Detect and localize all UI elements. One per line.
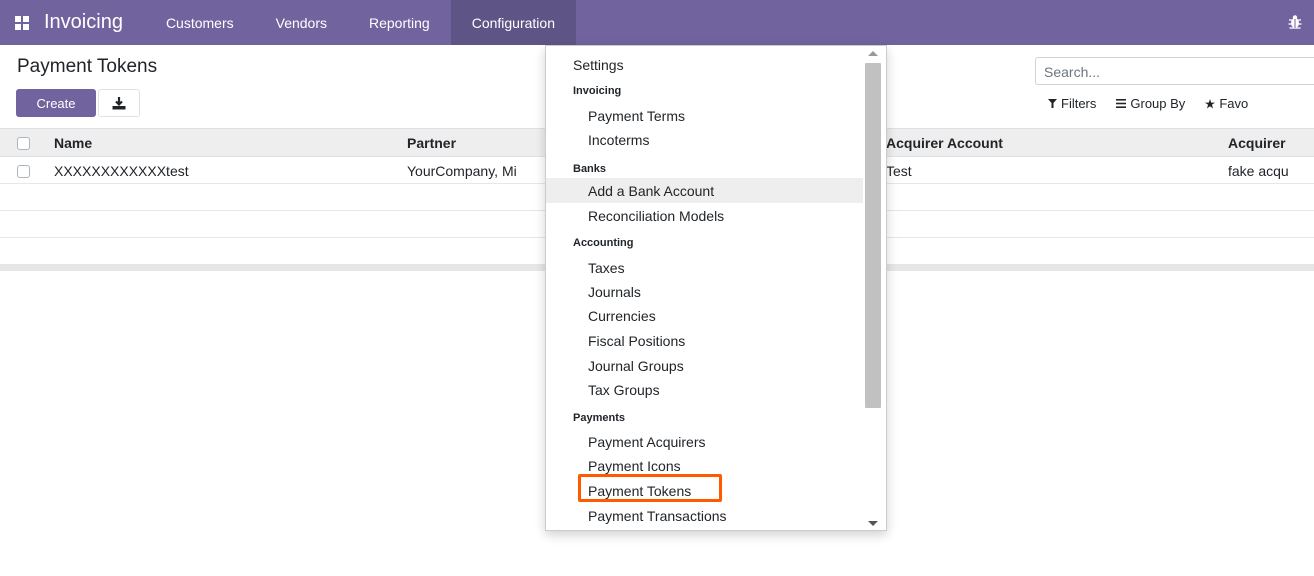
- menu-taxes[interactable]: Taxes: [546, 255, 863, 280]
- menu-reconciliation-models[interactable]: Reconciliation Models: [546, 203, 863, 228]
- column-partner[interactable]: Partner: [407, 135, 456, 151]
- nav-configuration[interactable]: Configuration: [450, 0, 576, 45]
- section-header-accounting: Accounting: [573, 237, 634, 249]
- scroll-up-arrow-icon[interactable]: [868, 51, 878, 56]
- row-checkbox[interactable]: [17, 165, 30, 178]
- menu-payment-transactions[interactable]: Payment Transactions: [546, 503, 863, 528]
- menu-add-bank-account[interactable]: Add a Bank Account: [546, 178, 863, 203]
- download-icon: [112, 96, 126, 109]
- menu-journal-groups[interactable]: Journal Groups: [546, 353, 863, 378]
- favorites-toggle[interactable]: Favo: [1205, 96, 1248, 111]
- group-by-label: Group By: [1130, 96, 1186, 111]
- column-acquirer[interactable]: Acquirer: [1228, 135, 1286, 151]
- menu-tax-groups[interactable]: Tax Groups: [546, 377, 863, 402]
- favorites-label: Favo: [1219, 96, 1249, 111]
- bars-icon: [1116, 99, 1127, 108]
- column-acquirer-account[interactable]: Acquirer Account: [886, 135, 1003, 151]
- cell-name: XXXXXXXXXXXXtest: [54, 163, 189, 179]
- search-input[interactable]: Search...: [1035, 57, 1314, 85]
- top-navbar: Invoicing Customers Vendors Reporting Co…: [0, 0, 1314, 45]
- cell-partner: YourCompany, Mi: [407, 163, 517, 179]
- filters-toggle[interactable]: Filters: [1048, 96, 1096, 111]
- dropdown-scrollbar[interactable]: [861, 45, 887, 531]
- filters-label: Filters: [1061, 96, 1097, 111]
- highlight-box: [578, 474, 722, 502]
- scroll-down-arrow-icon[interactable]: [868, 521, 878, 526]
- apps-grid-icon[interactable]: [0, 0, 44, 45]
- nav-vendors[interactable]: Vendors: [255, 0, 348, 45]
- create-button[interactable]: Create: [16, 89, 96, 117]
- menu-payment-terms[interactable]: Payment Terms: [546, 103, 863, 128]
- scroll-thumb[interactable]: [865, 63, 881, 408]
- column-name[interactable]: Name: [54, 135, 92, 151]
- download-button[interactable]: [98, 89, 140, 117]
- menu-currencies[interactable]: Currencies: [546, 303, 863, 328]
- filter-icon: [1048, 99, 1057, 108]
- cell-acquirer: fake acqu: [1228, 163, 1289, 179]
- nav-customers[interactable]: Customers: [145, 0, 255, 45]
- section-header-banks: Banks: [573, 163, 607, 175]
- menu-journals[interactable]: Journals: [546, 279, 863, 304]
- search-options: Filters Group By Favo: [1048, 96, 1248, 111]
- menu-fiscal-positions[interactable]: Fiscal Positions: [546, 328, 863, 353]
- menu-incoterms[interactable]: Incoterms: [546, 127, 863, 152]
- cell-acquirer-account: Test: [886, 163, 912, 179]
- page-title: Payment Tokens: [17, 56, 158, 77]
- nav-reporting[interactable]: Reporting: [348, 0, 451, 45]
- menu-settings[interactable]: Settings: [546, 52, 863, 77]
- select-all-checkbox[interactable]: [17, 137, 30, 150]
- star-icon: [1205, 98, 1216, 108]
- group-by-toggle[interactable]: Group By: [1116, 96, 1185, 111]
- configuration-dropdown: Settings Invoicing Payment Terms Incoter…: [545, 45, 887, 531]
- menu-payment-acquirers[interactable]: Payment Acquirers: [546, 429, 863, 454]
- section-header-invoicing: Invoicing: [573, 85, 622, 97]
- app-brand[interactable]: Invoicing: [44, 11, 145, 34]
- bug-icon[interactable]: [1286, 13, 1304, 31]
- section-header-payments: Payments: [573, 412, 625, 424]
